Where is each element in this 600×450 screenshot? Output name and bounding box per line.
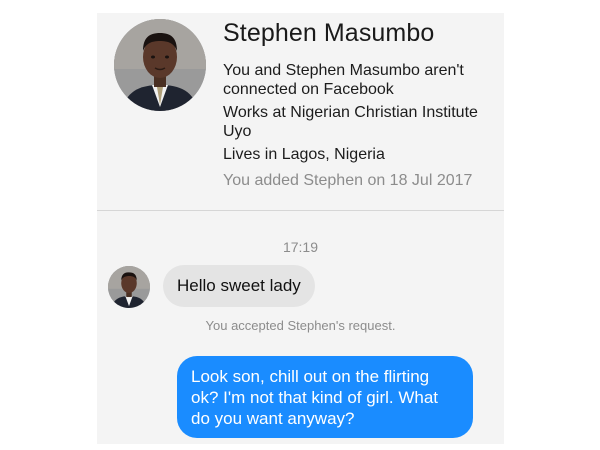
chat-window: Stephen Masumbo You and Stephen Masumbo … xyxy=(97,13,504,444)
sender-avatar[interactable] xyxy=(108,266,150,308)
profile-name: Stephen Masumbo xyxy=(223,19,435,47)
person-avatar-icon xyxy=(108,266,150,308)
connection-status: You and Stephen Masumbo aren't connected… xyxy=(223,62,464,98)
work-info: Works at Nigerian Christian Institute Uy… xyxy=(223,104,478,140)
location-info: Lives in Lagos, Nigeria xyxy=(223,146,385,163)
person-avatar-icon xyxy=(114,19,206,111)
added-date: You added Stephen on 18 Jul 2017 xyxy=(223,172,473,189)
request-accepted-notice: You accepted Stephen's request. xyxy=(205,318,396,333)
outgoing-message-bubble[interactable]: Look son, chill out on the flirting ok? … xyxy=(177,356,473,438)
profile-avatar[interactable] xyxy=(114,19,206,111)
profile-divider xyxy=(97,210,504,211)
message-timestamp: 17:19 xyxy=(282,239,319,255)
incoming-message-bubble[interactable]: Hello sweet lady xyxy=(163,265,315,307)
